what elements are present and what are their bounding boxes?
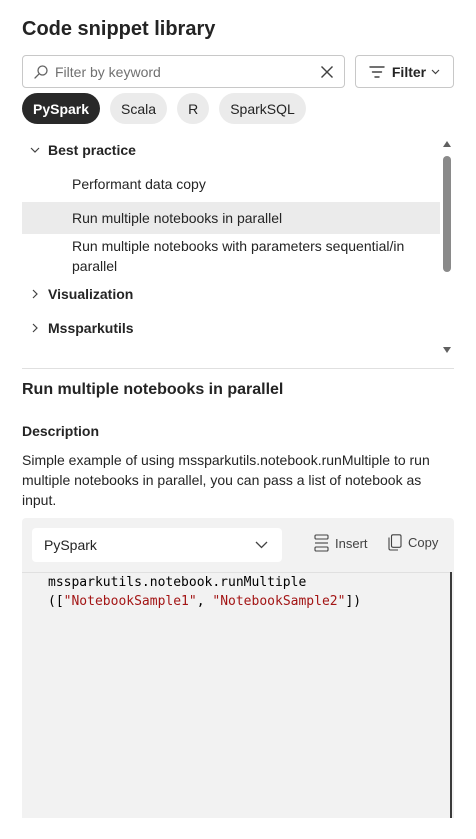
tree-group-visualization[interactable]: Visualization [22,280,440,308]
chevron-down-icon [255,541,268,549]
tree-item-label: Run multiple notebooks in parallel [72,210,283,226]
filter-label: Filter [391,63,427,80]
tree-scrollbar[interactable] [440,138,454,354]
insert-label: Insert [335,535,368,551]
chip-sparksql[interactable]: SparkSQL [219,93,306,124]
section-divider [22,368,454,369]
copy-icon [388,534,402,551]
tree-group-label: Visualization [48,286,134,302]
code-string: "NotebookSample1" [63,594,197,609]
description-label: Description [22,423,100,439]
tree-item-performant-data-copy[interactable]: Performant data copy [22,168,440,200]
language-dropdown[interactable]: PySpark [32,528,282,562]
search-box[interactable] [22,55,345,88]
insert-button[interactable]: Insert [314,534,368,552]
code-panel: PySpark Insert Copy mssparkutils.noteboo… [22,518,454,818]
scrollbar-thumb[interactable] [443,156,451,272]
tree-group-best-practice[interactable]: Best practice [22,136,440,164]
language-dropdown-value: PySpark [44,537,97,553]
snippet-title: Run multiple notebooks in parallel [22,381,284,398]
filter-button[interactable]: Filter [355,55,454,88]
code-line-2: (["NotebookSample1", "NotebookSample2"]) [48,594,362,609]
tree-group-label: Best practice [48,142,136,158]
description-text: Simple example of using mssparkutils.not… [22,452,430,508]
code-editor[interactable]: mssparkutils.notebook.runMultiple (["Not… [22,572,450,818]
tree-item-label: Run multiple notebooks with parameters s… [72,238,405,274]
panel-title: Code snippet library [22,18,216,40]
chip-scala[interactable]: Scala [110,93,168,124]
copy-label: Copy [408,535,439,550]
snippet-tree: Best practice Performant data copy Run m… [22,136,440,360]
tree-item-run-multiple-parallel[interactable]: Run multiple notebooks in parallel [22,202,440,234]
copy-button[interactable]: Copy [388,534,438,551]
editor-scroll-edge [450,572,452,818]
code-string: "NotebookSample2" [212,594,346,609]
insert-icon [314,534,329,552]
tree-item-run-multiple-parameters[interactable]: Run multiple notebooks with parameters s… [22,234,440,278]
chevron-right-icon [32,289,38,299]
code-line-1: mssparkutils.notebook.runMultiple [48,575,307,590]
tree-group-mssparkutils[interactable]: Mssparkutils [22,314,440,342]
close-icon[interactable] [320,65,334,79]
chip-r[interactable]: R [177,93,210,124]
chevron-down-icon [431,69,440,74]
filter-icon [369,65,385,78]
search-icon [34,64,48,79]
tree-group-label: Mssparkutils [48,320,134,336]
chip-pyspark[interactable]: PySpark [22,93,101,124]
tree-item-label: Performant data copy [72,176,206,192]
scroll-up-arrow-icon[interactable] [442,140,452,148]
chevron-down-icon [30,147,40,153]
chevron-right-icon [32,323,38,333]
language-chips: PySpark Scala R SparkSQL [22,93,306,124]
scroll-down-arrow-icon[interactable] [442,346,452,354]
search-input[interactable] [55,63,314,80]
